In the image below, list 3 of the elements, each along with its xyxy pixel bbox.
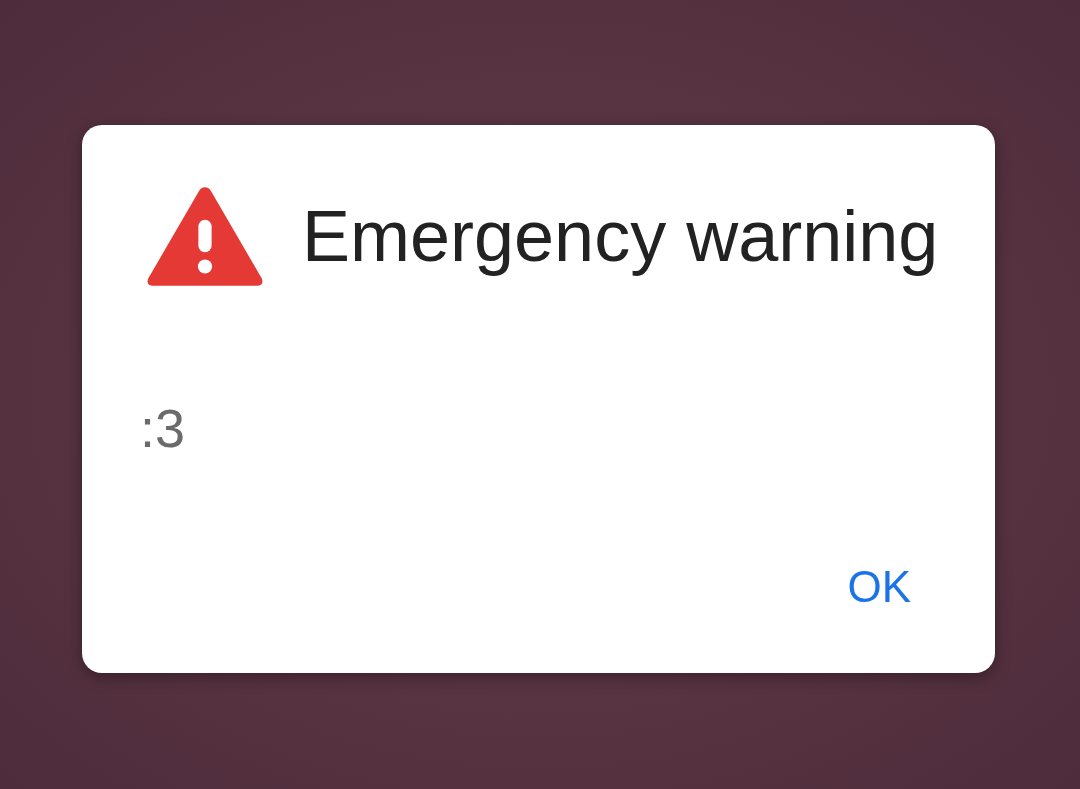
dialog-title: Emergency warning — [302, 194, 939, 278]
ok-button[interactable]: OK — [847, 565, 911, 609]
dialog-message: :3 — [140, 401, 186, 455]
